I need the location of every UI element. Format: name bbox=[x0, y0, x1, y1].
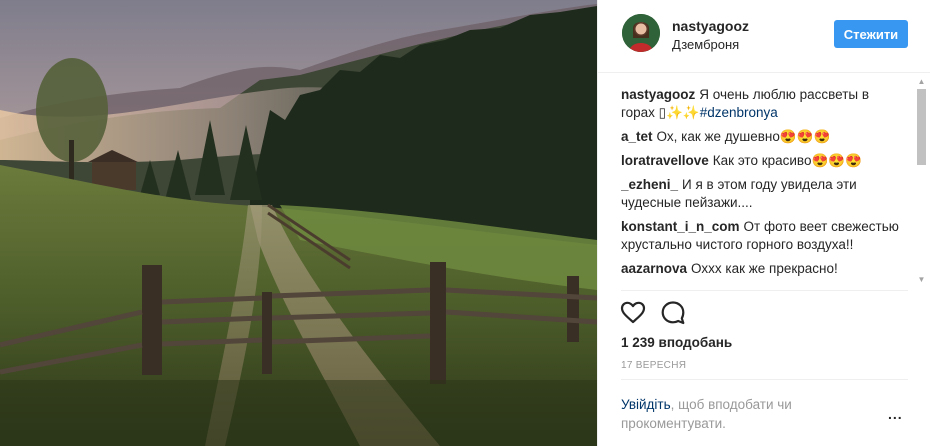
comment-username[interactable]: loratravellove bbox=[621, 153, 709, 168]
post-photo[interactable] bbox=[0, 0, 597, 446]
post-details-panel: nastyagooz Дземброня Стежити nastyagooz Я… bbox=[597, 0, 930, 446]
comment-text: Как это красиво😍😍😍 bbox=[712, 153, 862, 168]
scroll-up-arrow-icon[interactable]: ▲ bbox=[917, 78, 926, 86]
avatar-image bbox=[622, 14, 660, 52]
comments-scrollbar[interactable]: ▲ ▼ bbox=[914, 78, 929, 288]
avatar[interactable] bbox=[622, 14, 660, 52]
follow-button[interactable]: Стежити bbox=[834, 20, 908, 48]
scroll-down-arrow-icon[interactable]: ▼ bbox=[917, 276, 926, 284]
comment-username[interactable]: _ezheni_ bbox=[621, 177, 678, 192]
post-header: nastyagooz Дземброня Стежити bbox=[598, 0, 930, 73]
hashtag-link[interactable]: #dzenbronya bbox=[700, 105, 778, 120]
caption-comment: nastyagooz Я очень люблю рассветы в горах… bbox=[621, 86, 901, 122]
post-author-username[interactable]: nastyagooz bbox=[672, 18, 749, 34]
comment-username[interactable]: nastyagooz bbox=[621, 87, 695, 102]
comment-text: Ох, как же душевно😍😍😍 bbox=[656, 129, 831, 144]
comment-username[interactable]: konstant_i_n_com bbox=[621, 219, 740, 234]
login-link[interactable]: Увійдіть bbox=[621, 397, 671, 412]
scroll-thumb[interactable] bbox=[917, 89, 926, 165]
divider bbox=[621, 379, 908, 380]
list-item: aazarnova Оххх как же прекрасно! bbox=[621, 260, 901, 278]
more-options-icon[interactable]: ... bbox=[888, 407, 908, 424]
login-prompt: Увійдіть, щоб вподобати чи прокоментуват… bbox=[621, 395, 841, 433]
list-item: _ezheni_ И я в этом году увидела эти чуде… bbox=[621, 176, 901, 212]
heart-icon[interactable] bbox=[620, 300, 646, 326]
list-item: konstant_i_n_com От фото веет свежестью х… bbox=[621, 218, 901, 254]
comment-icon[interactable] bbox=[660, 300, 686, 326]
divider bbox=[621, 290, 908, 291]
comment-username[interactable]: aazarnova bbox=[621, 261, 687, 276]
post-date[interactable]: 17 ВЕРЕСНЯ bbox=[621, 360, 686, 371]
list-item: a_tet Ох, как же душевно😍😍😍 bbox=[621, 128, 901, 146]
comments-list: nastyagooz Я очень люблю рассветы в горах… bbox=[621, 86, 901, 290]
comment-text: Оххх как же прекрасно! bbox=[691, 261, 838, 276]
list-item: loratravellove Как это красиво😍😍😍 bbox=[621, 152, 901, 170]
landscape-image bbox=[0, 0, 597, 446]
comment-username[interactable]: a_tet bbox=[621, 129, 653, 144]
post-location[interactable]: Дземброня bbox=[672, 37, 739, 52]
likes-count[interactable]: 1 239 вподобань bbox=[621, 335, 732, 350]
